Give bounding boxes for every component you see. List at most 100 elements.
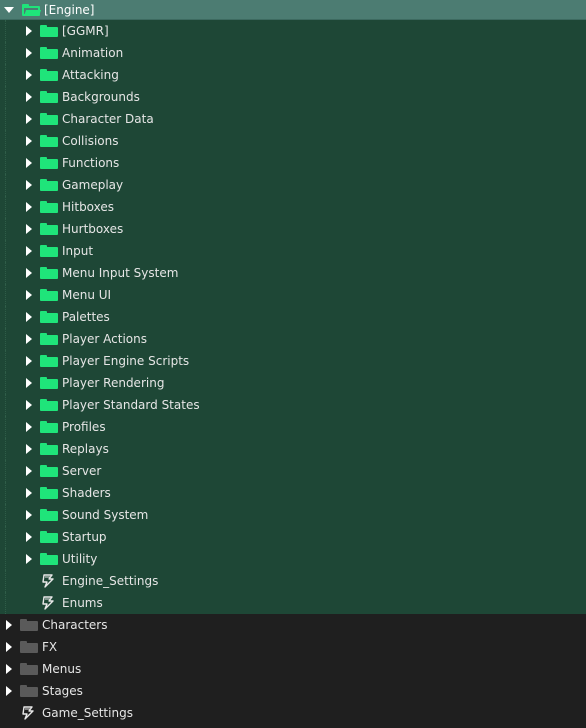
tree-folder-palettes[interactable]: Palettes xyxy=(0,306,586,328)
tree-guide-line xyxy=(5,328,18,350)
expand-arrow-icon[interactable] xyxy=(26,422,32,432)
expand-arrow-icon[interactable] xyxy=(26,554,32,564)
tree-item-label: Enums xyxy=(62,596,103,610)
expand-arrow-icon[interactable] xyxy=(26,70,32,80)
tree-item-label: Player Rendering xyxy=(62,376,165,390)
tree-folder-stages[interactable]: Stages xyxy=(0,680,586,702)
tree-folder-ggmr[interactable]: [GGMR] xyxy=(0,20,586,42)
expand-arrow-icon[interactable] xyxy=(26,290,32,300)
tree-guide-line xyxy=(5,130,18,152)
tree-item-label: Menus xyxy=(42,662,82,676)
expand-arrow-icon[interactable] xyxy=(26,158,32,168)
tree-item-label: Collisions xyxy=(62,134,119,148)
tree-guide-line xyxy=(5,548,18,570)
expand-arrow-icon[interactable] xyxy=(26,312,32,322)
tree-folder-menus[interactable]: Menus xyxy=(0,658,586,680)
folder-icon xyxy=(20,619,38,631)
tree-folder-server[interactable]: Server xyxy=(0,460,586,482)
folder-icon xyxy=(40,443,58,455)
expand-arrow-icon[interactable] xyxy=(26,48,32,58)
tree-item-label: Palettes xyxy=(62,310,110,324)
tree-item-label: Gameplay xyxy=(62,178,124,192)
collapse-arrow-icon[interactable] xyxy=(4,6,14,13)
tree-folder-player-rendering[interactable]: Player Rendering xyxy=(0,372,586,394)
tree-folder-menu-ui[interactable]: Menu UI xyxy=(0,284,586,306)
expand-arrow-icon[interactable] xyxy=(26,268,32,278)
expand-arrow-icon[interactable] xyxy=(26,26,32,36)
folder-icon xyxy=(40,531,58,543)
tree-item-label: Player Engine Scripts xyxy=(62,354,190,368)
tree-folder-player-standard-states[interactable]: Player Standard States xyxy=(0,394,586,416)
tree-folder-gameplay[interactable]: Gameplay xyxy=(0,174,586,196)
tree-guide-line xyxy=(5,592,18,614)
tree-folder-profiles[interactable]: Profiles xyxy=(0,416,586,438)
tree-folder-hitboxes[interactable]: Hitboxes xyxy=(0,196,586,218)
expand-arrow-icon[interactable] xyxy=(26,114,32,124)
tree-guide-line xyxy=(5,240,18,262)
tree-folder-collisions[interactable]: Collisions xyxy=(0,130,586,152)
expand-arrow-icon[interactable] xyxy=(6,686,12,696)
tree-script-enums[interactable]: Enums xyxy=(0,592,586,614)
folder-icon xyxy=(40,311,58,323)
tree-guide-line xyxy=(5,438,18,460)
tree-item-label: Player Actions xyxy=(62,332,147,346)
tree-item-label: Hurtboxes xyxy=(62,222,124,236)
tree-folder-fx[interactable]: FX xyxy=(0,636,586,658)
folder-icon xyxy=(40,201,58,213)
expand-arrow-icon[interactable] xyxy=(26,400,32,410)
tree-folder-functions[interactable]: Functions xyxy=(0,152,586,174)
tree-guide-line xyxy=(5,416,18,438)
tree-folder-character-data[interactable]: Character Data xyxy=(0,108,586,130)
tree-folder-menu-input-system[interactable]: Menu Input System xyxy=(0,262,586,284)
expand-arrow-icon[interactable] xyxy=(26,378,32,388)
tree-root-engine[interactable]: [Engine] xyxy=(0,0,586,20)
tree-folder-backgrounds[interactable]: Backgrounds xyxy=(0,86,586,108)
expand-arrow-icon[interactable] xyxy=(26,466,32,476)
tree-guide-line xyxy=(5,152,18,174)
top-level-items: Characters FX Menus Stages Game_Settings xyxy=(0,614,586,724)
folder-icon xyxy=(40,333,58,345)
tree-item-label: Characters xyxy=(42,618,108,632)
tree-item-label: Profiles xyxy=(62,420,106,434)
expand-arrow-icon[interactable] xyxy=(26,136,32,146)
tree-folder-animation[interactable]: Animation xyxy=(0,42,586,64)
expand-arrow-icon[interactable] xyxy=(6,620,12,630)
tree-guide-line xyxy=(5,460,18,482)
expand-arrow-icon[interactable] xyxy=(26,488,32,498)
expand-arrow-icon[interactable] xyxy=(26,224,32,234)
expand-arrow-icon[interactable] xyxy=(26,334,32,344)
tree-folder-startup[interactable]: Startup xyxy=(0,526,586,548)
expand-arrow-icon[interactable] xyxy=(26,510,32,520)
tree-folder-sound-system[interactable]: Sound System xyxy=(0,504,586,526)
tree-folder-characters[interactable]: Characters xyxy=(0,614,586,636)
folder-icon xyxy=(20,663,38,675)
expand-arrow-icon[interactable] xyxy=(6,642,12,652)
expand-arrow-icon[interactable] xyxy=(6,664,12,674)
expand-arrow-icon[interactable] xyxy=(26,356,32,366)
expand-arrow-icon[interactable] xyxy=(26,532,32,542)
tree-folder-shaders[interactable]: Shaders xyxy=(0,482,586,504)
tree-folder-player-engine-scripts[interactable]: Player Engine Scripts xyxy=(0,350,586,372)
folder-icon xyxy=(40,113,58,125)
expand-arrow-icon[interactable] xyxy=(26,180,32,190)
tree-guide-line xyxy=(5,372,18,394)
tree-guide-line xyxy=(5,394,18,416)
tree-item-label: FX xyxy=(42,640,58,654)
tree-guide-line xyxy=(5,482,18,504)
tree-folder-input[interactable]: Input xyxy=(0,240,586,262)
folder-icon xyxy=(40,487,58,499)
tree-item-label: Menu Input System xyxy=(62,266,179,280)
expand-arrow-icon[interactable] xyxy=(26,202,32,212)
tree-folder-replays[interactable]: Replays xyxy=(0,438,586,460)
tree-folder-attacking[interactable]: Attacking xyxy=(0,64,586,86)
tree-folder-utility[interactable]: Utility xyxy=(0,548,586,570)
folder-icon xyxy=(40,157,58,169)
expand-arrow-icon[interactable] xyxy=(26,92,32,102)
tree-script-game-settings[interactable]: Game_Settings xyxy=(0,702,586,724)
expand-arrow-icon[interactable] xyxy=(26,246,32,256)
tree-script-engine-settings[interactable]: Engine_Settings xyxy=(0,570,586,592)
tree-guide-line xyxy=(5,350,18,372)
expand-arrow-icon[interactable] xyxy=(26,444,32,454)
tree-folder-hurtboxes[interactable]: Hurtboxes xyxy=(0,218,586,240)
tree-folder-player-actions[interactable]: Player Actions xyxy=(0,328,586,350)
